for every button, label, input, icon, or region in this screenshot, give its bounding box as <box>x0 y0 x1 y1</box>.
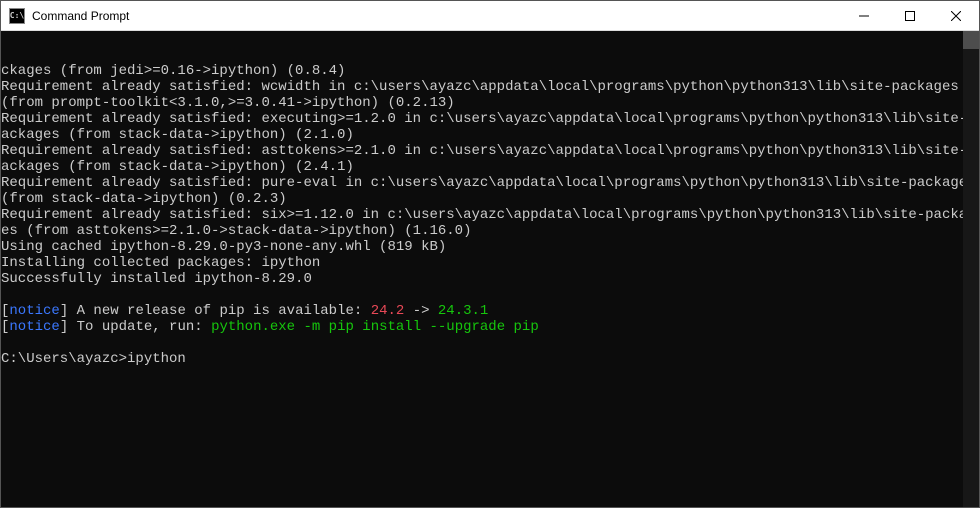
terminal-text-segment: ] A new release of pip is available: <box>60 303 371 319</box>
window-title: Command Prompt <box>32 9 129 23</box>
terminal-text-segment: ckages (from jedi>=0.16->ipython) (0.8.4… <box>1 63 345 79</box>
terminal-text-segment: Requirement already satisfied: asttokens… <box>1 143 976 175</box>
terminal-text-segment: notice <box>9 319 59 335</box>
minimize-button[interactable] <box>841 1 887 30</box>
terminal-line <box>1 287 979 303</box>
terminal-text-segment: ] To update, run: <box>60 319 211 335</box>
terminal-line: Requirement already satisfied: wcwidth i… <box>1 79 979 111</box>
terminal-line: Installing collected packages: ipython <box>1 255 979 271</box>
terminal-line: ckages (from jedi>=0.16->ipython) (0.8.4… <box>1 63 979 79</box>
command-prompt-window: C:\ Command Prompt ckages (from jedi>=0.… <box>0 0 980 508</box>
terminal-line: Requirement already satisfied: six>=1.12… <box>1 207 979 239</box>
close-button[interactable] <box>933 1 979 30</box>
terminal-text-segment: C:\Users\ayazc>ipython <box>1 351 186 367</box>
terminal-text-segment: Successfully installed ipython-8.29.0 <box>1 271 312 287</box>
terminal-text-segment: notice <box>9 303 59 319</box>
terminal-text-segment: 24.2 <box>371 303 405 319</box>
terminal-line: Requirement already satisfied: pure-eval… <box>1 175 979 207</box>
terminal-content: ckages (from jedi>=0.16->ipython) (0.8.4… <box>1 63 979 367</box>
title-bar-left: C:\ Command Prompt <box>1 8 129 24</box>
scrollbar-thumb[interactable] <box>963 31 979 49</box>
minimize-icon <box>859 11 869 21</box>
terminal-text-segment: Requirement already satisfied: pure-eval… <box>1 175 979 207</box>
terminal-text-segment: python.exe -m pip install --upgrade pip <box>211 319 539 335</box>
terminal-line: Requirement already satisfied: executing… <box>1 111 979 143</box>
terminal-text-segment: Installing collected packages: ipython <box>1 255 320 271</box>
terminal-line: C:\Users\ayazc>ipython <box>1 351 979 367</box>
terminal-text-segment: -> <box>404 303 438 319</box>
window-controls <box>841 1 979 30</box>
terminal-text-segment: Requirement already satisfied: wcwidth i… <box>1 79 967 111</box>
maximize-button[interactable] <box>887 1 933 30</box>
terminal-text-segment: Requirement already satisfied: six>=1.12… <box>1 207 976 239</box>
terminal-text-segment: Using cached ipython-8.29.0-py3-none-any… <box>1 239 446 255</box>
terminal-line: [notice] A new release of pip is availab… <box>1 303 979 319</box>
terminal-line: [notice] To update, run: python.exe -m p… <box>1 319 979 335</box>
close-icon <box>951 11 961 21</box>
command-prompt-icon: C:\ <box>9 8 25 24</box>
terminal-line <box>1 335 979 351</box>
terminal-line: Requirement already satisfied: asttokens… <box>1 143 979 175</box>
title-bar: C:\ Command Prompt <box>1 1 979 31</box>
scrollbar-track[interactable] <box>963 31 979 507</box>
terminal-line: Successfully installed ipython-8.29.0 <box>1 271 979 287</box>
terminal-area[interactable]: ckages (from jedi>=0.16->ipython) (0.8.4… <box>1 31 979 507</box>
terminal-text-segment: Requirement already satisfied: executing… <box>1 111 976 143</box>
terminal-line: Using cached ipython-8.29.0-py3-none-any… <box>1 239 979 255</box>
maximize-icon <box>905 11 915 21</box>
terminal-text-segment: 24.3.1 <box>438 303 488 319</box>
